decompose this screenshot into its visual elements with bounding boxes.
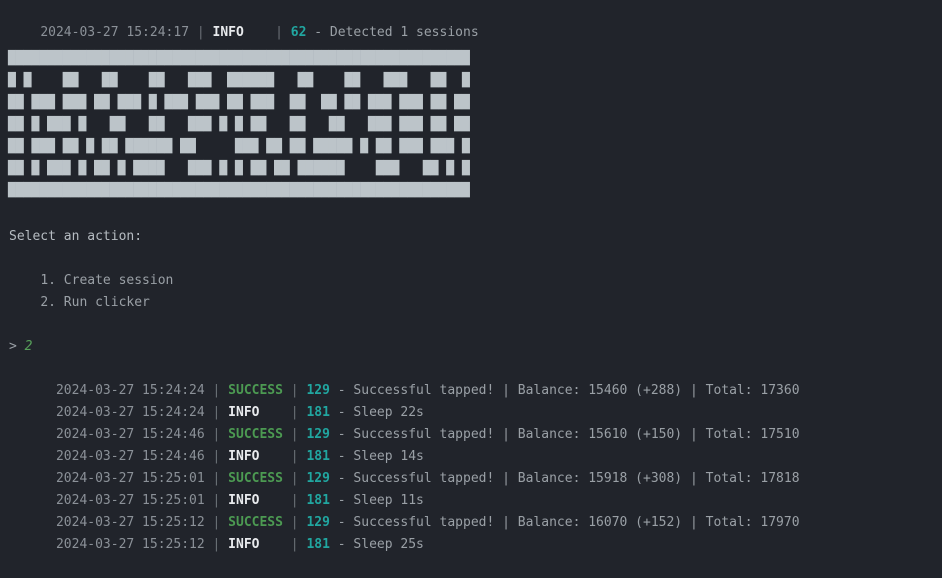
log-gap: [330, 537, 338, 552]
log-timestamp: 2024-03-27 15:25:12: [55, 515, 205, 530]
menu-item-create-session[interactable]: 1. Create session: [0, 270, 942, 292]
log-separator: |: [204, 537, 229, 552]
menu-heading: Select an action:: [9, 229, 143, 244]
log-message-text: - Successful tapped! | Balance: 16070 (+…: [337, 515, 800, 530]
log-level-pad: [259, 405, 282, 420]
log-gap: [330, 427, 338, 442]
log-line-number: 129: [306, 471, 330, 486]
log-separator: |: [282, 427, 307, 442]
log-separator: |: [189, 25, 213, 40]
qr-row: ██ █ ███ █ ██ ██ ███ █ █ ██ ██ ██ ███ ██…: [8, 117, 470, 132]
log-line-number: 181: [306, 405, 330, 420]
log-level-pad: [244, 25, 267, 40]
log-timestamp: 2024-03-27 15:25:01: [55, 493, 205, 508]
log-level: INFO: [228, 449, 260, 464]
log-line-number: 129: [306, 427, 330, 442]
log-message-text: - Sleep 22s: [337, 405, 424, 420]
log-message-text: - Sleep 25s: [337, 537, 424, 552]
log-separator: |: [204, 471, 229, 486]
prompt-input-value[interactable]: 2: [25, 339, 33, 354]
log-level-pad: [259, 449, 282, 464]
qr-row: █ █ ██ ██ ██ ███ ██████ ██ ██ ███ ██ █: [8, 73, 470, 88]
log-timestamp: 2024-03-27 15:25:01: [55, 471, 205, 486]
log-separator: |: [204, 405, 229, 420]
log-gap: [330, 383, 338, 398]
prompt-marker: >: [9, 339, 17, 354]
log-level: SUCCESS: [228, 427, 283, 442]
log-separator: |: [204, 427, 229, 442]
log-line-header: 2024-03-27 15:24:17 | INFO | 62 - Detect…: [0, 0, 942, 40]
log-separator: |: [282, 515, 307, 530]
log-separator: |: [282, 537, 307, 552]
log-line-number: 181: [306, 537, 330, 552]
qr-row: ██ ███ ██ █ ██ ██████ ██ ███ ██ ██ █████…: [8, 139, 470, 154]
log-separator: |: [267, 25, 291, 40]
log-gap: [330, 449, 338, 464]
menu-item-label: 1. Create session: [40, 273, 174, 288]
log-level: SUCCESS: [228, 515, 283, 530]
log-separator: |: [282, 471, 307, 486]
terminal-window[interactable]: 2024-03-27 15:24:17 | INFO | 62 - Detect…: [0, 0, 942, 562]
menu-indent: [9, 295, 40, 310]
log-line-number: 129: [306, 383, 330, 398]
log-message-text: - Detected 1 sessions: [314, 25, 479, 40]
qr-code-banner: ████████████████████████████████████████…: [0, 48, 942, 202]
menu-item-label: 2. Run clicker: [40, 295, 150, 310]
log-gap: [330, 515, 338, 530]
qr-row: ██ ███ ███ ██ ███ █ ███ ███ ██ ███ ██ ██…: [8, 95, 470, 110]
log-message-text: - Sleep 14s: [337, 449, 424, 464]
log-level: INFO: [228, 405, 260, 420]
log-separator: |: [282, 493, 307, 508]
menu-item-run-clicker[interactable]: 2. Run clicker: [0, 292, 942, 314]
command-prompt[interactable]: > 2: [0, 336, 942, 358]
log-timestamp: 2024-03-27 15:24:46: [55, 449, 205, 464]
log-level: INFO: [228, 493, 260, 508]
log-separator: |: [282, 383, 307, 398]
log-message-text: - Successful tapped! | Balance: 15610 (+…: [337, 427, 800, 442]
log-separator: |: [204, 493, 229, 508]
log-line-number: 181: [306, 493, 330, 508]
log-level-pad: [259, 537, 282, 552]
qr-row: ████████████████████████████████████████…: [8, 183, 470, 198]
log-message-text: - Sleep 11s: [337, 493, 424, 508]
log-level: SUCCESS: [228, 383, 283, 398]
log-gap: [330, 493, 338, 508]
log-level: INFO: [228, 537, 260, 552]
log-level: SUCCESS: [228, 471, 283, 486]
log-separator: |: [282, 405, 307, 420]
log-level-pad: [259, 493, 282, 508]
log-separator: |: [204, 515, 229, 530]
log-separator: |: [204, 383, 229, 398]
log-timestamp: 2024-03-27 15:25:12: [55, 537, 205, 552]
log-gap: [330, 471, 338, 486]
log-timestamp: 2024-03-27 15:24:17: [40, 25, 190, 40]
qr-row: ██ █ ███ █ ██ █ ████ ███ █ █ ██ ██ █████…: [8, 161, 470, 176]
log-level: INFO: [212, 25, 244, 40]
log-message-text: - Successful tapped! | Balance: 15918 (+…: [337, 471, 800, 486]
log-line-number: 62: [290, 25, 307, 40]
log-gap: [330, 405, 338, 420]
log-timestamp: 2024-03-27 15:24:24: [55, 383, 205, 398]
log-separator: |: [204, 449, 229, 464]
log-separator: |: [282, 449, 307, 464]
log-line-number: 129: [306, 515, 330, 530]
qr-row: ████████████████████████████████████████…: [8, 51, 470, 66]
menu-indent: [9, 273, 40, 288]
log-line-number: 181: [306, 449, 330, 464]
log-output: 2024-03-27 15:24:24 | SUCCESS | 129 - Su…: [0, 358, 942, 552]
log-message-text: - Successful tapped! | Balance: 15460 (+…: [337, 383, 800, 398]
log-timestamp: 2024-03-27 15:24:24: [55, 405, 205, 420]
log-timestamp: 2024-03-27 15:24:46: [55, 427, 205, 442]
log-line: 2024-03-27 15:24:24 | SUCCESS | 129 - Su…: [0, 358, 942, 398]
